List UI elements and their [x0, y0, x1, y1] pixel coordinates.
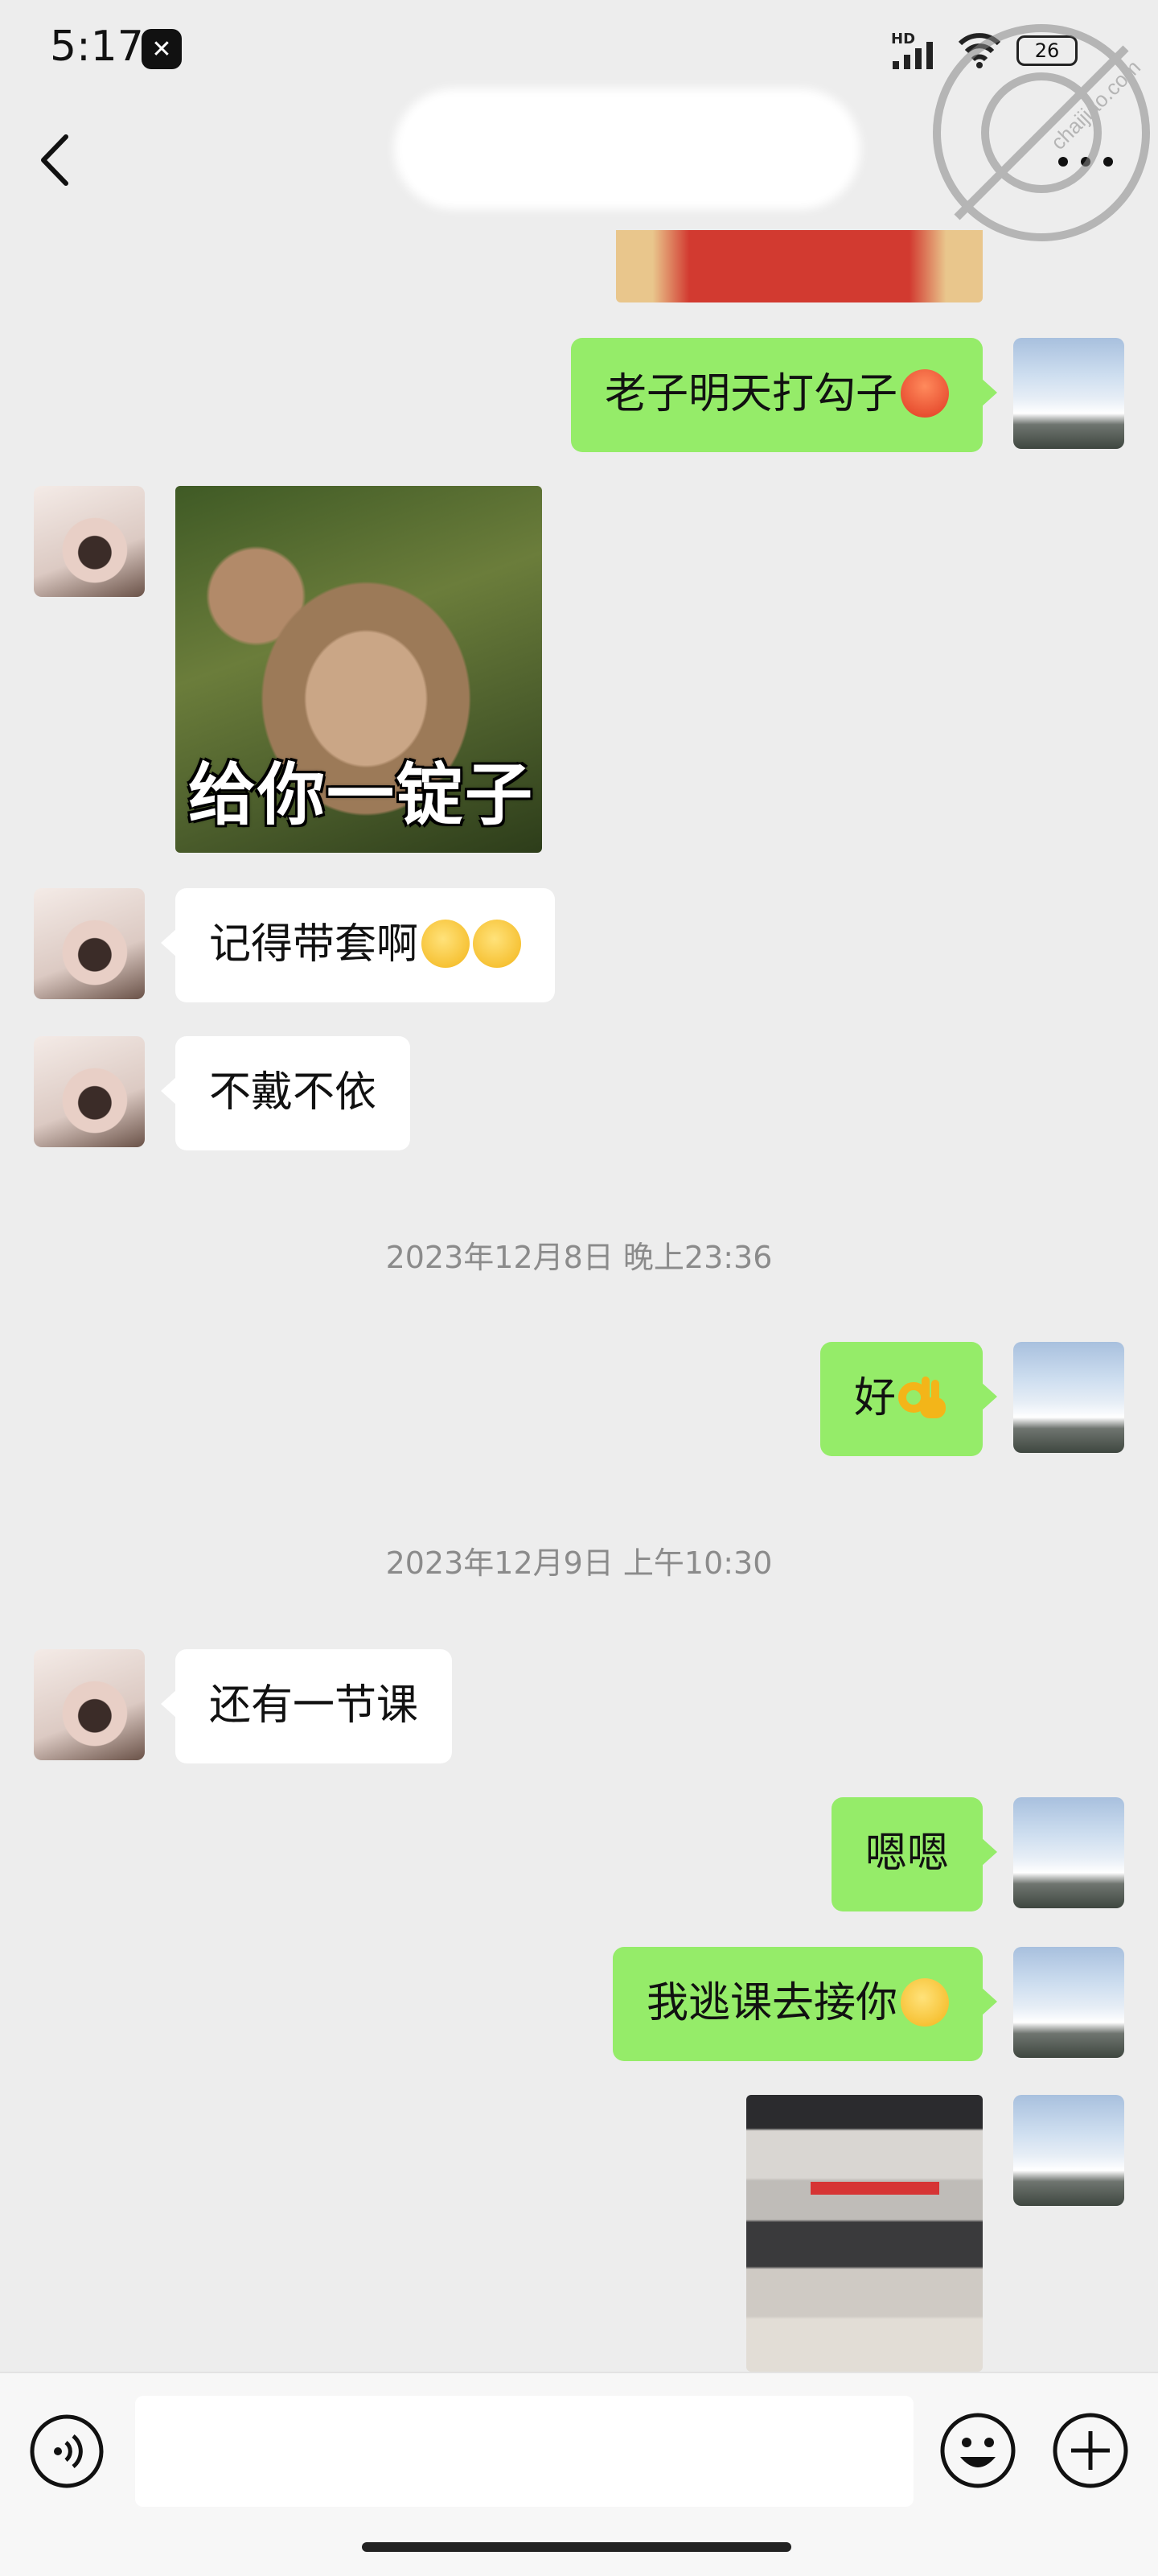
smile-emoji [421, 920, 470, 968]
sticker-caption: 给你一锭子 [188, 755, 535, 834]
home-indicator [362, 2542, 791, 2552]
ok-hand-emoji [898, 1376, 946, 1418]
smile-emoji [473, 920, 522, 968]
message-bubble-her[interactable]: 记得带套啊 [161, 888, 556, 1002]
message-text: 好 [853, 1374, 896, 1422]
contact-name-redacted [394, 88, 860, 209]
avatar-me[interactable] [1013, 338, 1124, 449]
avatar-her[interactable] [34, 1036, 145, 1147]
message-input[interactable] [135, 2396, 914, 2507]
message-bubble-me[interactable]: 老子明天打勾子 [570, 338, 997, 452]
message-text: 老子明天打勾子 [604, 370, 897, 418]
grin-emoji [901, 1978, 949, 2027]
message-image-cropped[interactable] [616, 230, 983, 302]
message-bubble-me[interactable]: 我逃课去接你 [612, 1947, 997, 2061]
message-bubble-me[interactable]: 嗯嗯 [831, 1797, 997, 1911]
status-time: 5:17 [50, 23, 144, 71]
emoji-icon[interactable] [939, 2412, 1016, 2489]
avatar-her[interactable] [34, 1649, 145, 1760]
angry-face-emoji [901, 369, 949, 418]
watermark-stamp-logo: chaijiao.com [933, 24, 1150, 241]
avatar-me[interactable] [1013, 2095, 1124, 2206]
message-bubble-her[interactable]: 不戴不依 [161, 1036, 411, 1150]
timestamp: 2023年12月8日 晚上23:36 [385, 1240, 773, 1275]
avatar-her[interactable] [34, 486, 145, 597]
message-image-conference-hall[interactable] [746, 2095, 983, 2372]
avatar-me[interactable] [1013, 1342, 1124, 1453]
plus-icon[interactable] [1052, 2412, 1129, 2489]
message-text: 记得带套啊 [209, 920, 419, 969]
message-text: 嗯嗯 [864, 1829, 949, 1878]
sticker-monkey[interactable]: 给你一锭子 [175, 486, 542, 853]
voice-icon[interactable] [29, 2413, 105, 2489]
message-bubble-me[interactable]: 好 [819, 1342, 997, 1456]
message-bubble-her[interactable]: 还有一节课 [161, 1649, 453, 1763]
capcut-app-icon: ✕ [142, 29, 182, 69]
chevron-left-icon[interactable] [39, 132, 71, 188]
message-text: 还有一节课 [209, 1681, 419, 1730]
avatar-me[interactable] [1013, 1797, 1124, 1908]
avatar-me[interactable] [1013, 1947, 1124, 2058]
message-text: 我逃课去接你 [646, 1979, 897, 2027]
timestamp: 2023年12月9日 上午10:30 [385, 1545, 773, 1581]
message-text: 不戴不依 [209, 1068, 377, 1117]
avatar-her[interactable] [34, 888, 145, 999]
